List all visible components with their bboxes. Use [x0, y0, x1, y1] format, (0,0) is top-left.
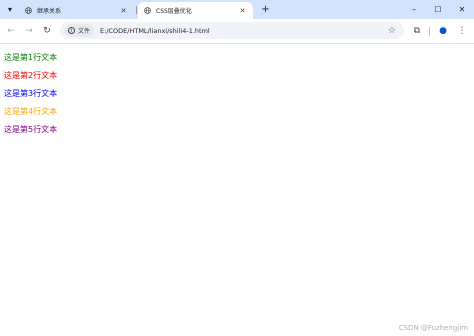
- info-icon: i: [68, 27, 75, 34]
- text-line-2: 这是第2行文本: [4, 71, 58, 80]
- text-line-4: 这是第4行文本: [4, 107, 58, 116]
- tab-divider: [136, 6, 137, 14]
- tab-title: 继承关系: [37, 8, 62, 15]
- maximize-icon[interactable]: ☐: [426, 0, 450, 19]
- page-content: 这是第1行文本 这是第2行文本 这是第3行文本 这是第4行文本 这是第5行文本 …: [0, 44, 474, 336]
- globe-icon: [25, 7, 32, 14]
- profile-avatar-icon[interactable]: ●: [436, 24, 450, 38]
- site-info-label: 文件: [78, 28, 91, 35]
- url-text[interactable]: E:/CODE/HTML/lianxi/shili4-1.html: [100, 27, 388, 35]
- watermark: CSDN @Fuzhengjim: [398, 324, 468, 332]
- tab-strip: ▾ 继承关系 ✕ CSS层叠优化 ✕ + – ☐ ✕: [0, 0, 474, 19]
- minimize-icon[interactable]: –: [402, 0, 426, 19]
- text-line-1: 这是第1行文本: [4, 53, 58, 62]
- tab-css-cascade[interactable]: CSS层叠优化 ✕: [138, 2, 253, 19]
- kebab-menu-icon[interactable]: ⋮: [455, 24, 469, 38]
- tab-title: CSS层叠优化: [156, 8, 192, 15]
- toolbar: ← → ↻ i 文件 E:/CODE/HTML/lianxi/shili4-1.…: [0, 19, 474, 44]
- toolbar-separator: [429, 27, 430, 36]
- browser-window: ▾ 继承关系 ✕ CSS层叠优化 ✕ + – ☐ ✕ ← → ↻ i 文件 E:…: [0, 0, 474, 336]
- reload-icon[interactable]: ↻: [40, 24, 54, 38]
- bookmark-star-icon[interactable]: ☆: [388, 26, 396, 36]
- window-close-icon[interactable]: ✕: [450, 0, 474, 19]
- window-controls: – ☐ ✕: [402, 0, 474, 19]
- extensions-icon[interactable]: ⧉: [410, 24, 424, 38]
- text-line-5: 这是第5行文本: [4, 125, 58, 134]
- tab-close-icon[interactable]: ✕: [119, 7, 128, 15]
- globe-icon: [144, 7, 151, 14]
- site-info-chip[interactable]: i 文件: [64, 24, 95, 37]
- tab-close-icon[interactable]: ✕: [238, 7, 247, 15]
- back-arrow-icon[interactable]: ←: [4, 24, 18, 38]
- text-line-3: 这是第3行文本: [4, 89, 58, 98]
- new-tab-icon[interactable]: +: [259, 3, 272, 16]
- forward-arrow-icon[interactable]: →: [22, 24, 36, 38]
- address-bar[interactable]: i 文件 E:/CODE/HTML/lianxi/shili4-1.html ☆: [60, 22, 404, 39]
- tab-inheritance[interactable]: 继承关系 ✕: [19, 2, 134, 19]
- tab-search-dropdown-icon[interactable]: ▾: [4, 4, 16, 16]
